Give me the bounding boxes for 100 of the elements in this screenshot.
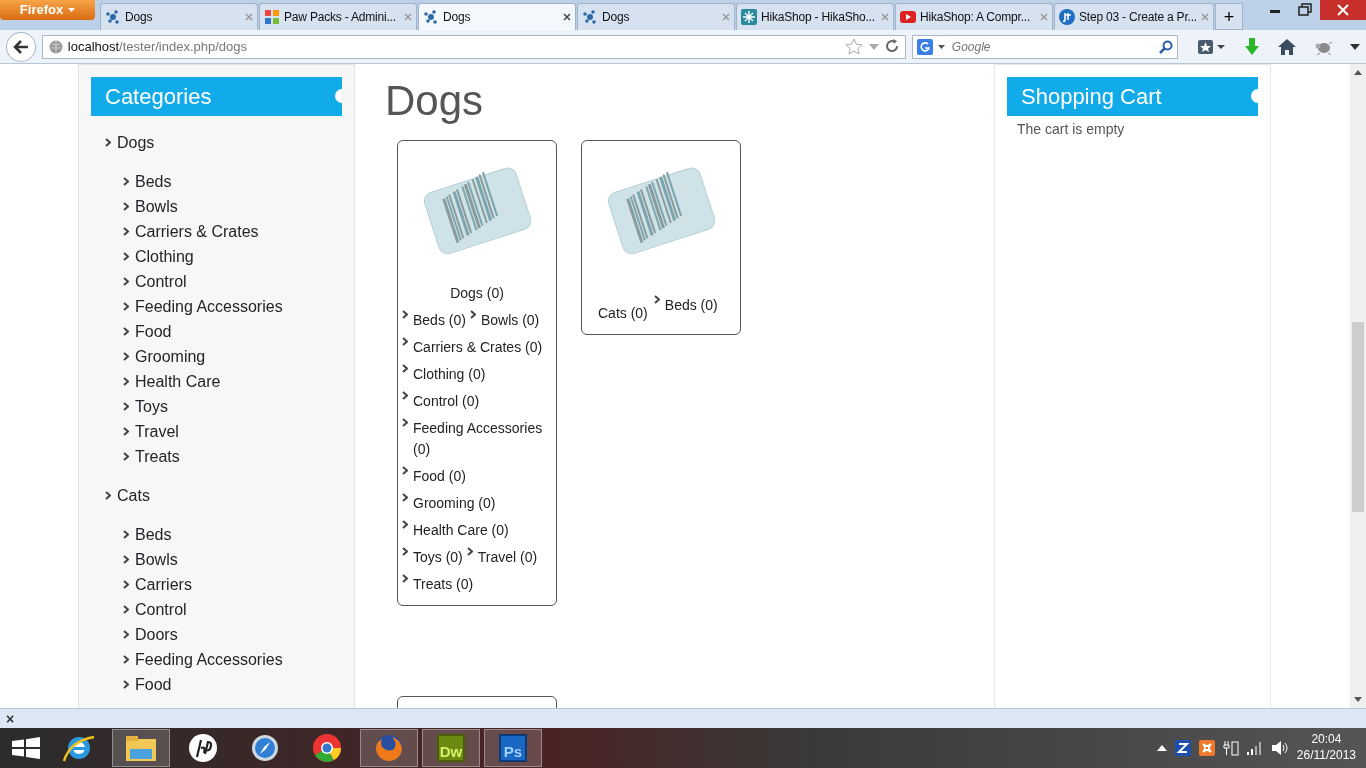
scroll-up-icon[interactable]	[1354, 70, 1362, 75]
category-link[interactable]: Food	[135, 319, 172, 344]
browser-tab[interactable]: Paw Packs - Admini...	[259, 3, 417, 30]
jt-icon	[1059, 9, 1075, 25]
subcategory-link[interactable]: Carriers & Crates (0)	[413, 337, 543, 359]
category-link[interactable]: Dogs	[117, 130, 155, 155]
category-link[interactable]: Feeding Accessories	[135, 647, 283, 672]
chevron-icon	[123, 277, 129, 286]
browser-tab[interactable]: HikaShop: A Compr...	[895, 3, 1053, 30]
browser-tab[interactable]: Step 03 - Create a Pr...	[1054, 3, 1214, 30]
category-link[interactable]: Food	[135, 672, 172, 697]
joomla-icon	[264, 9, 280, 25]
new-tab-button[interactable]: +	[1214, 3, 1243, 30]
dropdown-arrow-icon[interactable]	[1350, 43, 1360, 50]
chevron-icon	[105, 491, 111, 500]
category-link[interactable]: Bowls	[135, 194, 178, 219]
bookmarks-icon[interactable]	[1198, 38, 1226, 55]
chevron-icon	[402, 574, 408, 584]
chevron-icon	[123, 327, 129, 336]
search-field[interactable]: Google	[949, 36, 1154, 57]
url-text: localhost/tester/index.php/dogs	[67, 37, 248, 56]
address-bar[interactable]: localhost/tester/index.php/dogs	[41, 34, 906, 59]
subcategory-link[interactable]: Treats (0)	[413, 574, 474, 596]
chevron-icon	[653, 295, 660, 305]
search-bar[interactable]: Google	[911, 34, 1178, 59]
category-card-title[interactable]: Dogs (0)	[398, 283, 556, 305]
close-button[interactable]: ×	[6, 711, 15, 726]
cart-empty-message: The cart is empty	[1016, 120, 1126, 139]
category-link[interactable]: Carriers & Crates	[135, 219, 259, 244]
browser-tab[interactable]: Dogs	[577, 3, 735, 30]
subcategory-link[interactable]: Clothing (0)	[413, 364, 486, 386]
subcategory-link[interactable]: Beds (0)	[413, 310, 466, 332]
subcategory-link[interactable]: Bowls (0)	[480, 310, 540, 332]
chevron-icon	[402, 391, 408, 401]
category-link[interactable]: Control	[135, 597, 187, 622]
chevron-icon	[123, 302, 129, 311]
chevron-icon	[123, 555, 129, 564]
scroll-down-icon[interactable]	[1354, 697, 1362, 702]
speaker-icon[interactable]	[1270, 740, 1289, 756]
battery-plug-icon[interactable]	[1222, 740, 1239, 756]
category-link[interactable]: Treats	[135, 444, 180, 469]
category-card-title[interactable]: Cats (0)	[598, 303, 648, 325]
subcategory-link[interactable]: Control (0)	[413, 391, 480, 413]
chevron-icon	[105, 138, 111, 147]
category-link[interactable]: Feeding Accessories	[135, 294, 283, 319]
subcategory-link[interactable]: Travel (0)	[477, 547, 538, 569]
chevron-icon	[123, 227, 129, 236]
xampp-logo-icon[interactable]	[1198, 740, 1215, 756]
chevron-icon	[123, 680, 129, 689]
subcategory-link[interactable]: Beds (0)	[664, 295, 718, 317]
category-link[interactable]: Travel	[135, 419, 179, 444]
category-link[interactable]: Bowls	[135, 547, 178, 572]
chevron-icon	[466, 547, 473, 557]
clock-display[interactable]: 20:04 26/11/2013	[1296, 732, 1356, 764]
category-link[interactable]: Cats	[117, 483, 150, 508]
category-link[interactable]: Clothing	[135, 244, 194, 269]
scrollbar-thumb[interactable]	[1352, 322, 1364, 512]
subcategory-link[interactable]: Toys (0)	[413, 547, 463, 569]
chevron-icon	[402, 310, 408, 320]
subcategory-link[interactable]: Grooming (0)	[413, 493, 496, 515]
z-logo-icon[interactable]	[1174, 740, 1191, 756]
chevron-icon	[402, 418, 408, 428]
back-button[interactable]	[6, 31, 36, 62]
category-link[interactable]: Beds	[135, 522, 172, 547]
subcategory-link[interactable]: Feeding Accessories (0)	[413, 418, 552, 461]
browser-tab[interactable]: HikaShop - HikaSho...	[736, 3, 894, 30]
chevron-icon	[123, 177, 129, 186]
show-hidden-icons-icon[interactable]	[1156, 745, 1167, 751]
chevron-icon	[123, 452, 129, 461]
chevron-icon	[123, 377, 129, 386]
star-burst-icon	[741, 9, 757, 25]
search-icon[interactable]	[1159, 39, 1173, 54]
star-icon[interactable]	[844, 38, 863, 55]
home-icon[interactable]	[1278, 38, 1296, 55]
category-link[interactable]: Toys	[135, 394, 168, 419]
dots-icon	[582, 9, 598, 25]
close-icon[interactable]	[1320, 0, 1366, 20]
reload-icon[interactable]	[884, 38, 899, 55]
page-heading: Dogs	[385, 76, 485, 126]
scrollbar[interactable]	[1350, 64, 1366, 708]
chevron-icon	[402, 520, 408, 530]
subcategory-link[interactable]: Health Care (0)	[413, 520, 509, 542]
category-link[interactable]: Beds	[135, 169, 172, 194]
chevron-icon	[123, 427, 129, 436]
google-icon	[916, 38, 933, 55]
subcategory-link[interactable]: Food (0)	[413, 466, 466, 488]
signal-bars-icon[interactable]	[1246, 741, 1263, 755]
chevron-icon	[123, 352, 129, 361]
globe-icon	[48, 39, 63, 54]
browser-tab[interactable]: Dogs	[100, 3, 258, 30]
dots-icon	[423, 9, 439, 25]
chevron-icon	[123, 202, 129, 211]
browser-tab[interactable]: Dogs	[418, 3, 576, 30]
category-link[interactable]: Carriers	[135, 572, 192, 597]
category-link[interactable]: Health Care	[135, 369, 221, 394]
category-link[interactable]: Grooming	[135, 344, 206, 369]
chevron-icon	[469, 310, 476, 320]
close-icon[interactable]	[563, 13, 571, 21]
category-link[interactable]: Control	[135, 269, 187, 294]
category-link[interactable]: Doors	[135, 622, 178, 647]
